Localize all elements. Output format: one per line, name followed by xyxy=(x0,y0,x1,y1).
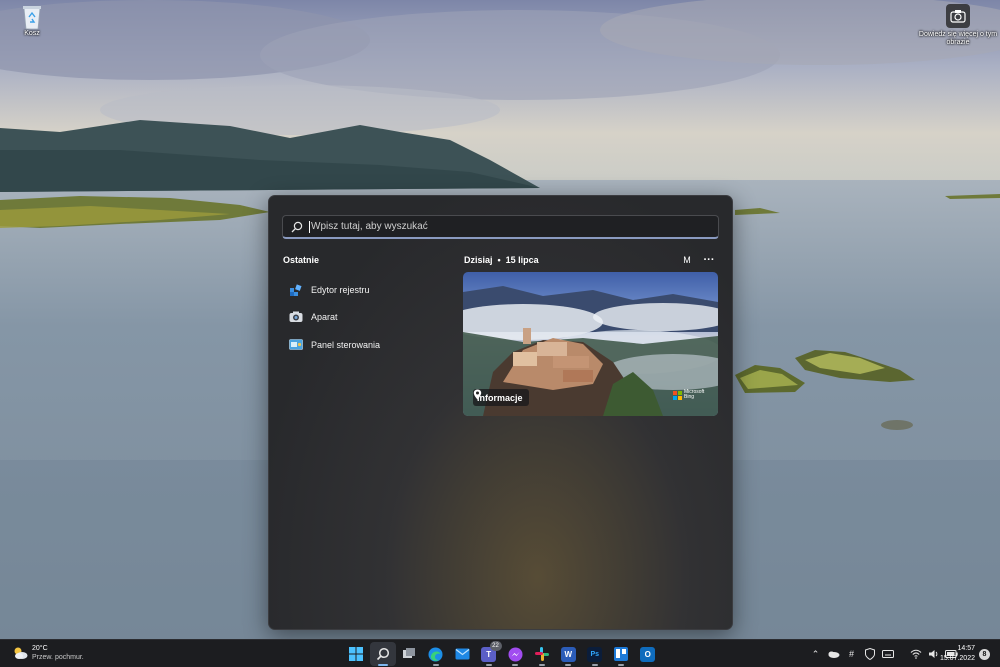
photoshop-icon: Ps xyxy=(587,646,603,662)
weather-condition: Przew. pochmur. xyxy=(32,654,84,661)
taskbar-edge[interactable] xyxy=(423,642,450,666)
running-indicator xyxy=(512,664,518,666)
recent-item-label: Edytor rejestru xyxy=(311,284,370,295)
running-indicator xyxy=(618,664,624,666)
taskbar-outlook[interactable]: O xyxy=(635,642,662,666)
registry-editor-icon xyxy=(289,283,303,297)
search-flyout: Ostatnie Edytor rejestru xyxy=(268,195,733,630)
info-button[interactable]: Informacje xyxy=(473,389,529,406)
spotlight-shortcut[interactable]: Dowiedz się więcej o tym obrazie xyxy=(918,4,998,47)
recycle-bin-shortcut[interactable]: Kosz xyxy=(14,4,50,38)
running-indicator xyxy=(432,664,439,666)
taskbar-task-view-button[interactable] xyxy=(396,642,423,666)
weather-temp: 20°C xyxy=(32,645,48,652)
separator-dot: • xyxy=(497,255,501,265)
partly-cloudy-icon xyxy=(14,647,28,659)
microsoft-logo-icon xyxy=(673,390,682,400)
taskbar-photoshop[interactable]: Ps xyxy=(582,642,609,666)
notification-badge: 22 xyxy=(489,641,502,651)
active-indicator xyxy=(377,664,388,666)
taskbar: 20°C Przew. pochmur. T 22 W Ps O ⌃ # 14:… xyxy=(0,639,1000,667)
keyboard-icon[interactable] xyxy=(880,646,895,662)
spotlight-label: Dowiedz się więcej o tym obrazie xyxy=(918,31,998,46)
running-indicator xyxy=(591,664,598,666)
recent-item-registry-editor[interactable]: Edytor rejestru xyxy=(289,276,449,304)
control-panel-icon xyxy=(289,338,303,352)
clock-time: 14:57 xyxy=(957,645,975,652)
taskbar-search-button[interactable] xyxy=(369,642,396,666)
running-indicator xyxy=(565,664,571,666)
search-input[interactable] xyxy=(311,221,711,232)
onedrive-icon[interactable] xyxy=(826,646,841,662)
today-label: Dzisiaj xyxy=(464,255,493,265)
recycle-bin-label: Kosz xyxy=(24,30,40,37)
info-label: Informacje xyxy=(477,392,523,403)
brand-line2: Bing xyxy=(684,394,695,400)
search-icon xyxy=(376,647,389,661)
profile-button[interactable]: M xyxy=(678,255,696,265)
notification-center-badge[interactable]: 8 xyxy=(979,649,990,660)
taskbar-messenger[interactable] xyxy=(502,642,529,666)
recent-title: Ostatnie xyxy=(283,255,320,265)
clock[interactable]: 14:57 15.07.2022 xyxy=(935,644,975,664)
slack-tray-icon[interactable]: # xyxy=(844,646,859,662)
taskbar-teams[interactable]: T 22 xyxy=(476,641,503,666)
outlook-icon: O xyxy=(640,646,656,662)
text-caret xyxy=(309,220,310,233)
recent-item-label: Panel sterowania xyxy=(311,339,381,350)
wifi-icon[interactable] xyxy=(908,646,923,662)
vpn-icon[interactable] xyxy=(862,646,877,662)
clock-date: 15.07.2022 xyxy=(939,655,975,662)
running-indicator xyxy=(485,664,492,666)
taskbar-apps: T 22 W Ps O xyxy=(343,641,662,666)
camera-icon xyxy=(946,4,970,28)
taskbar-mail[interactable] xyxy=(449,642,476,666)
edge-icon xyxy=(428,647,443,661)
word-icon: W xyxy=(560,646,576,662)
more-options-button[interactable]: ··· xyxy=(700,255,718,266)
taskbar-slack[interactable] xyxy=(529,642,556,666)
microsoft-bing-logo: Microsoft Bing xyxy=(673,390,704,400)
today-date: 15 lipca xyxy=(505,255,539,265)
recent-item-control-panel[interactable]: Panel sterowania xyxy=(289,331,449,359)
trello-icon xyxy=(614,647,629,661)
mail-icon xyxy=(455,648,470,660)
weather-widget[interactable]: 20°C Przew. pochmur. xyxy=(12,644,84,662)
camera-icon xyxy=(289,310,303,324)
recycle-bin-icon xyxy=(23,6,41,30)
running-indicator xyxy=(538,664,545,666)
today-highlight-card[interactable]: Informacje Microsoft Bing xyxy=(463,272,718,416)
task-view-icon xyxy=(403,648,416,658)
search-icon xyxy=(291,221,303,232)
location-pin-icon xyxy=(473,389,482,400)
recent-item-camera[interactable]: Aparat xyxy=(289,304,449,332)
messenger-icon xyxy=(508,647,523,661)
recent-list: Edytor rejestru Aparat Panel sterowania xyxy=(289,276,449,359)
taskbar-word[interactable]: W xyxy=(555,642,582,666)
chevron-up-icon[interactable]: ⌃ xyxy=(808,646,823,662)
windows-start-icon xyxy=(349,647,364,661)
today-header: Dzisiaj • 15 lipca M ··· xyxy=(464,255,718,266)
search-box[interactable] xyxy=(282,215,719,239)
recent-item-label: Aparat xyxy=(311,312,338,323)
slack-icon xyxy=(534,647,549,661)
taskbar-start-button[interactable] xyxy=(343,642,370,666)
taskbar-trello[interactable] xyxy=(608,642,635,666)
